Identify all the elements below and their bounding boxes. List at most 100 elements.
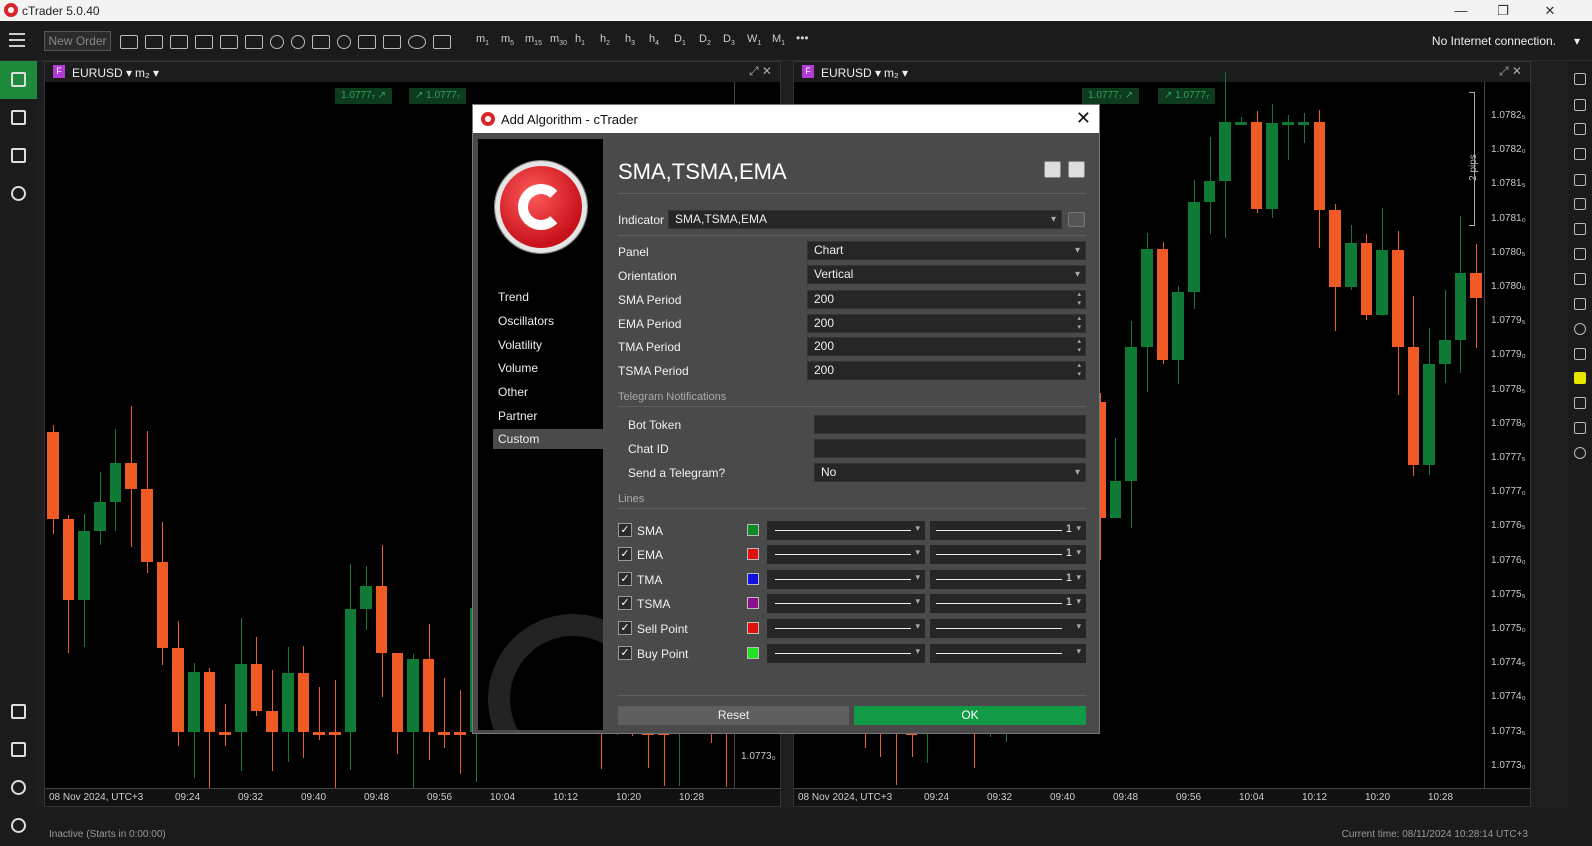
chart-settings-icon[interactable]: [433, 35, 451, 49]
sidebar-trade-watch[interactable]: [0, 693, 37, 731]
tf-m15[interactable]: m15: [525, 33, 542, 47]
sma-period-stepper[interactable]: 200: [807, 290, 1086, 309]
close-window-button[interactable]: ✕: [1535, 2, 1565, 19]
time-axis[interactable]: 08 Nov 2024, UTC+3 09:24 09:32 09:40 09:…: [794, 788, 1530, 806]
sidebar-wallet[interactable]: [0, 731, 37, 769]
replay-icon[interactable]: [1574, 447, 1586, 459]
line-visible-checkbox[interactable]: ✓: [618, 646, 632, 660]
category-trend[interactable]: Trend: [493, 287, 603, 307]
timeframe-selector[interactable]: m₂ ▾: [135, 66, 159, 80]
trend-line-icon[interactable]: [1574, 123, 1586, 135]
bot-token-input[interactable]: [814, 415, 1086, 434]
ok-button[interactable]: OK: [854, 706, 1086, 725]
sidebar-analyze[interactable]: [0, 175, 37, 213]
indicators-icon[interactable]: [337, 35, 351, 49]
line-style-select[interactable]: [767, 570, 925, 589]
camera-icon[interactable]: [1574, 397, 1586, 409]
color-swatch[interactable]: [747, 597, 759, 609]
tf-d3[interactable]: D3: [723, 33, 735, 47]
ellipse-icon[interactable]: [1574, 323, 1586, 335]
reset-button[interactable]: Reset: [618, 706, 849, 725]
line-visible-checkbox[interactable]: ✓: [618, 621, 632, 635]
channel-icon[interactable]: [1574, 223, 1586, 235]
indicator-select[interactable]: SMA,TSMA,EMA: [668, 210, 1062, 229]
color-swatch[interactable]: [747, 524, 759, 536]
menu-icon[interactable]: [9, 33, 25, 47]
sidebar-settings[interactable]: [0, 769, 37, 807]
line-visible-checkbox[interactable]: ✓: [618, 547, 632, 561]
pen-icon[interactable]: [1574, 198, 1586, 210]
category-partner[interactable]: Partner: [493, 406, 603, 426]
tf-d2[interactable]: D2: [699, 33, 711, 47]
chart-window-controls[interactable]: ⤢ ✕: [749, 64, 772, 79]
sidebar-help[interactable]: [0, 807, 37, 845]
line-thickness-select[interactable]: 1: [930, 521, 1086, 540]
tma-period-stepper[interactable]: 200: [807, 337, 1086, 356]
horizontal-line-icon[interactable]: [1574, 148, 1586, 160]
line-thickness-select[interactable]: [930, 644, 1086, 663]
color-swatch[interactable]: [747, 622, 759, 634]
more-icon[interactable]: •••: [796, 31, 809, 45]
tf-h2[interactable]: h2: [600, 33, 610, 47]
ray-icon[interactable]: [1574, 174, 1586, 186]
orientation-select[interactable]: Vertical: [807, 265, 1086, 284]
tf-m1[interactable]: m1: [476, 33, 489, 47]
line-style-select[interactable]: [767, 594, 925, 613]
folder-open-icon[interactable]: [1044, 161, 1061, 178]
time-axis[interactable]: 08 Nov 2024, UTC+3 09:24 09:32 09:40 09:…: [45, 788, 780, 806]
close-icon[interactable]: ✕: [1076, 108, 1091, 129]
save-icon[interactable]: [1068, 161, 1085, 178]
connection-status[interactable]: No Internet connection.: [1432, 34, 1556, 48]
sidebar-copy[interactable]: [0, 99, 37, 137]
bell-icon[interactable]: [1574, 422, 1586, 434]
color-swatch[interactable]: [747, 573, 759, 585]
category-custom[interactable]: Custom: [493, 429, 603, 449]
sidebar-trade[interactable]: [0, 61, 37, 99]
fibonacci-icon[interactable]: [1574, 273, 1586, 285]
line-thickness-select[interactable]: 1: [930, 570, 1086, 589]
minimize-button[interactable]: —: [1446, 2, 1476, 19]
send-telegram-select[interactable]: No: [814, 463, 1086, 482]
symbol-selector[interactable]: EURUSD ▾: [821, 66, 881, 80]
line-thickness-select[interactable]: 1: [930, 594, 1086, 613]
eye-icon[interactable]: [408, 35, 426, 49]
tf-h3[interactable]: h3: [625, 33, 635, 47]
text-icon[interactable]: [1574, 348, 1586, 360]
cursor-icon[interactable]: [1574, 73, 1586, 85]
single-chart-icon[interactable]: [145, 35, 163, 49]
line-thickness-select[interactable]: [930, 619, 1086, 638]
chart-type-icon[interactable]: [312, 35, 330, 49]
video-icon[interactable]: [1068, 212, 1085, 227]
chart-mode-icon[interactable]: [120, 35, 138, 49]
tsma-period-stepper[interactable]: 200: [807, 361, 1086, 380]
bots-icon[interactable]: [358, 35, 376, 49]
layers-icon[interactable]: [383, 35, 401, 49]
line-style-select[interactable]: [767, 521, 925, 540]
multi-chart-icon[interactable]: [170, 35, 188, 49]
chart-window-controls[interactable]: ⤢ ✕: [1499, 64, 1522, 79]
tf-w1[interactable]: W1: [747, 33, 761, 47]
rectangle-icon[interactable]: [1574, 298, 1586, 310]
tf-h1[interactable]: h1: [575, 33, 585, 47]
symbol-selector[interactable]: EURUSD ▾: [72, 66, 132, 80]
tf-m5[interactable]: m5: [501, 33, 514, 47]
line-style-select[interactable]: [767, 619, 925, 638]
line-visible-checkbox[interactable]: ✓: [618, 596, 632, 610]
category-volatility[interactable]: Volatility: [493, 335, 603, 355]
category-other[interactable]: Other: [493, 382, 603, 402]
sidebar-algo[interactable]: [0, 137, 37, 175]
zoom-in-icon[interactable]: [270, 35, 284, 49]
maximize-button[interactable]: ❐: [1488, 2, 1518, 19]
tf-m30[interactable]: m30: [550, 33, 567, 47]
ema-period-stepper[interactable]: 200: [807, 314, 1086, 333]
line-style-select[interactable]: [767, 545, 925, 564]
new-order-button[interactable]: New Order: [44, 31, 111, 51]
line-style-select[interactable]: [767, 644, 925, 663]
category-volume[interactable]: Volume: [493, 358, 603, 378]
highlight-icon[interactable]: [1574, 372, 1586, 384]
add-chart-icon[interactable]: [245, 35, 263, 49]
tf-mn1[interactable]: M1: [772, 33, 785, 47]
free-chart-icon[interactable]: [195, 35, 213, 49]
zoom-out-icon[interactable]: [291, 35, 305, 49]
chevron-down-icon[interactable]: ▾: [1574, 34, 1580, 48]
